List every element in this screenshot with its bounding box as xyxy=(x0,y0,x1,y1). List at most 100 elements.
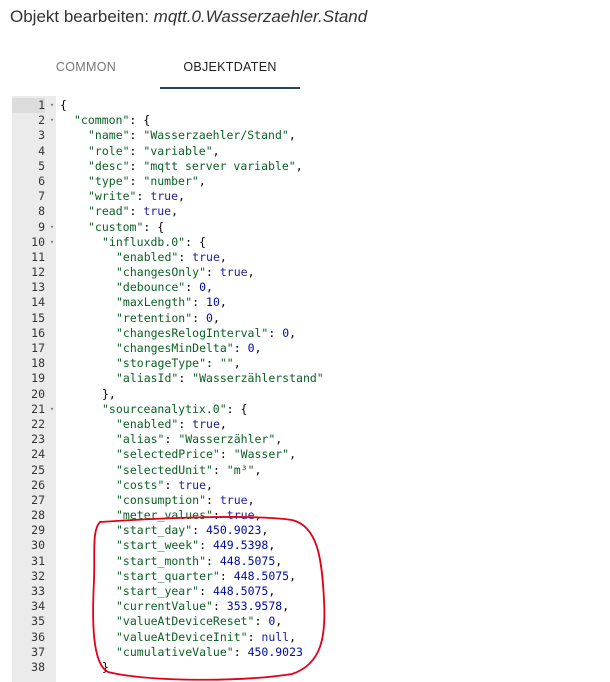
json-key: "debounce" xyxy=(116,280,186,295)
code-line[interactable]: 4 "role": "variable", xyxy=(12,144,600,159)
code-line[interactable]: 25 "selectedUnit": "m³", xyxy=(12,463,600,478)
code-line[interactable]: 11 "enabled": true, xyxy=(12,250,600,265)
json-number: 448.5075 xyxy=(219,553,276,568)
line-number: 31 xyxy=(31,553,45,568)
json-punct: : xyxy=(164,477,179,492)
code-line[interactable]: 16 "changesRelogInterval": 0, xyxy=(12,326,600,341)
json-punct: , xyxy=(261,523,269,538)
code-text: "name": "Wasserzaehler/Stand", xyxy=(88,128,296,143)
fold-toggle-icon[interactable]: ▾ xyxy=(48,235,56,250)
fold-toggle-icon[interactable]: ▾ xyxy=(48,98,56,113)
json-punct: }, xyxy=(102,386,116,401)
json-key: "valueAtDeviceReset" xyxy=(116,614,255,629)
code-line[interactable]: 9 ▾ "custom": { xyxy=(12,220,600,235)
json-punct: : xyxy=(254,614,269,629)
json-string: "mqtt server variable" xyxy=(143,158,296,173)
fold-toggle-icon[interactable]: ▾ xyxy=(48,113,56,128)
code-line[interactable]: 3 "name": "Wasserzaehler/Stand", xyxy=(12,128,600,143)
line-number: 19 xyxy=(31,371,45,386)
code-line[interactable]: 6 "type": "number", xyxy=(12,174,600,189)
code-line[interactable]: 10 ▾ "influxdb.0": { xyxy=(12,235,600,250)
code-line[interactable]: 38} xyxy=(12,660,600,675)
code-line[interactable]: 33 "start_year": 448.5075, xyxy=(12,584,600,599)
json-punct: , xyxy=(289,568,297,583)
json-key: "start_quarter" xyxy=(116,568,220,583)
fold-toggle-icon[interactable]: ▾ xyxy=(48,220,56,235)
line-number: 18 xyxy=(31,356,45,371)
code-line[interactable]: 23 "alias": "Wasserzähler", xyxy=(12,432,600,447)
code-line[interactable]: 24 "selectedPrice": "Wasser", xyxy=(12,447,600,462)
code-text: "start_year": 448.5075, xyxy=(116,584,275,599)
json-string: "Wasserzaehler/Stand" xyxy=(143,128,289,143)
json-punct: : xyxy=(178,371,193,386)
line-number: 5 xyxy=(38,158,45,173)
active-tab-indicator xyxy=(160,87,300,89)
code-line[interactable]: 34 "currentValue": 353.9578, xyxy=(12,599,600,614)
json-key: "enabled" xyxy=(116,416,179,431)
code-line[interactable]: 30 "start_week": 449.5398, xyxy=(12,538,600,553)
json-punct: , xyxy=(282,599,290,614)
json-key: "type" xyxy=(88,173,130,188)
code-text: "enabled": true, xyxy=(116,250,227,265)
fold-toggle-icon[interactable]: ▾ xyxy=(48,402,56,417)
code-line[interactable]: 22 "enabled": true, xyxy=(12,417,600,432)
json-literal: null xyxy=(261,629,290,644)
json-punct: : xyxy=(212,462,227,477)
code-line[interactable]: 26 "costs": true, xyxy=(12,478,600,493)
tab-common[interactable]: COMMON xyxy=(34,52,138,90)
code-line[interactable]: 36 "valueAtDeviceInit": null, xyxy=(12,630,600,645)
code-line[interactable]: 12 "changesOnly": true, xyxy=(12,265,600,280)
json-punct: : xyxy=(178,416,193,431)
json-key: "influxdb.0" xyxy=(102,234,186,249)
code-line[interactable]: 37 "cumulativeValue": 450.9023 xyxy=(12,645,600,660)
json-punct: : xyxy=(192,310,207,325)
json-key: "role" xyxy=(88,143,130,158)
code-line[interactable]: 35 "valueAtDeviceReset": 0, xyxy=(12,614,600,629)
json-punct: : xyxy=(199,538,213,553)
json-key: "meter_values" xyxy=(116,508,213,523)
code-line[interactable]: 19 "aliasId": "Wasserzählerstand" xyxy=(12,371,600,386)
json-punct: : xyxy=(178,249,193,264)
code-line[interactable]: 7 "write": true, xyxy=(12,189,600,204)
json-punct: : xyxy=(199,584,213,598)
line-number: 37 xyxy=(31,644,45,659)
json-punct: : xyxy=(192,295,207,310)
tab-objektdaten[interactable]: OBJEKTDATEN xyxy=(160,52,300,90)
code-line[interactable]: 13 "debounce": 0, xyxy=(12,280,600,295)
json-number: 10 xyxy=(206,295,220,310)
code-line[interactable]: 28 "meter_values": true, xyxy=(12,508,600,523)
code-text: "selectedPrice": "Wasser", xyxy=(116,447,296,462)
code-line[interactable]: 20}, xyxy=(12,387,600,402)
json-punct: , xyxy=(171,204,179,219)
line-number: 27 xyxy=(31,492,45,507)
json-editor[interactable]: 1 ▾{2 ▾ "common": {3 "name": "Wasserzaehler/… xyxy=(12,96,600,682)
code-line[interactable]: 14 "maxLength": 10, xyxy=(12,295,600,310)
code-line[interactable]: 15 "retention": 0, xyxy=(12,311,600,326)
json-punct: , xyxy=(198,173,206,188)
json-punct: : xyxy=(233,644,248,659)
line-number: 14 xyxy=(31,295,45,310)
json-punct: , xyxy=(275,432,283,447)
code-line[interactable]: 2 ▾ "common": { xyxy=(12,113,600,128)
json-punct: : xyxy=(206,553,220,568)
code-line[interactable]: 31 "start_month": 448.5075, xyxy=(12,554,600,569)
code-line[interactable]: 27 "consumption": true, xyxy=(12,493,600,508)
json-string: "number" xyxy=(143,173,199,188)
code-text: "enabled": true, xyxy=(116,417,227,432)
line-number: 16 xyxy=(31,325,45,340)
json-punct: : xyxy=(129,143,144,158)
json-punct: : xyxy=(136,189,151,204)
code-line[interactable]: 1 ▾ { xyxy=(12,98,600,114)
code-line[interactable]: 5 "desc": "mqtt server variable", xyxy=(12,159,600,174)
line-number: 3 xyxy=(38,128,45,143)
json-number: 0 xyxy=(247,341,255,355)
code-line[interactable]: 21 ▾ "sourceanalytix.0": { xyxy=(12,402,600,417)
code-line[interactable]: 8 "read": true, xyxy=(12,204,600,219)
json-punct: , xyxy=(289,447,297,462)
json-key: "write" xyxy=(88,189,137,204)
json-key: "changesOnly" xyxy=(116,265,207,280)
code-line[interactable]: 18 "storageType": "", xyxy=(12,356,600,371)
code-line[interactable]: 17 "changesMinDelta": 0, xyxy=(12,341,600,356)
code-line[interactable]: 29 "start_day": 450.9023, xyxy=(12,523,600,538)
code-line[interactable]: 32 "start_quarter": 448.5075, xyxy=(12,569,600,584)
